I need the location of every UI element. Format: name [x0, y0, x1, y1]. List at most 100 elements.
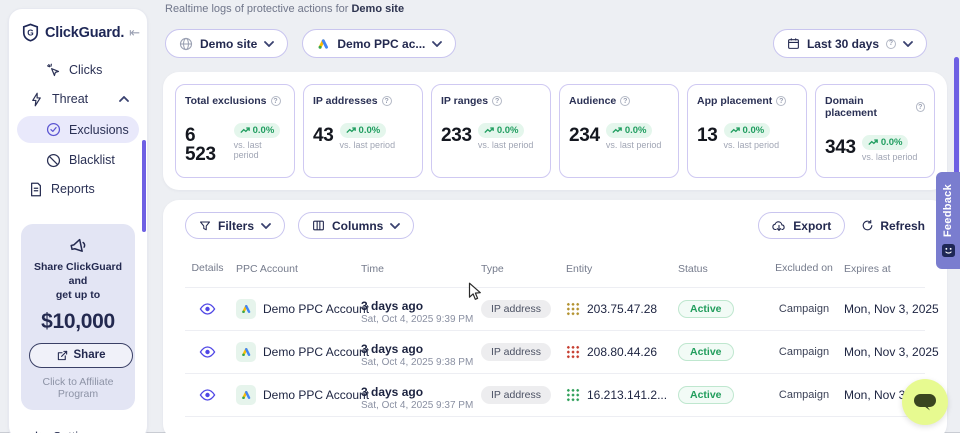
table-row: Demo PPC Account 3 days ago Sat, Oct 4, … — [185, 373, 925, 416]
stat-label: Audience — [569, 95, 616, 107]
ppc-account-selector[interactable]: Demo PPC ac... — [302, 29, 456, 58]
row-ppc-account: Demo PPC Account — [230, 342, 355, 362]
row-status: Active — [672, 300, 770, 318]
promo-text-line2: get up to — [29, 288, 127, 302]
trend-up-icon — [868, 139, 878, 146]
row-entity: 203.75.47.28 — [560, 302, 672, 316]
col-header-details[interactable]: Details — [185, 262, 230, 275]
ppc-account-name: Demo PPC Account — [263, 388, 369, 402]
promo-amount: $10,000 — [29, 310, 127, 334]
promo-caption[interactable]: Click to Affiliate Program — [29, 376, 127, 400]
col-header-excluded-on[interactable]: Excluded on — [770, 262, 838, 275]
brand-name: ClickGuard. — [45, 25, 124, 41]
globe-icon — [179, 37, 193, 51]
sidebar-item-label: Blacklist — [69, 153, 115, 167]
site-selector-value: Demo site — [200, 37, 257, 51]
col-header-time[interactable]: Time — [355, 263, 475, 275]
stat-period-label: vs. last period — [340, 140, 396, 150]
chevron-down-icon — [903, 41, 913, 47]
col-header-status[interactable]: Status — [672, 263, 770, 275]
external-link-icon — [57, 350, 68, 361]
brand-header: G ClickGuard. ⇤ — [17, 23, 139, 42]
row-type: IP address — [475, 343, 560, 361]
type-badge: IP address — [481, 343, 551, 361]
info-icon[interactable]: ? — [492, 96, 502, 106]
col-header-expires-at[interactable]: Expires at — [838, 263, 925, 275]
trend-up-icon — [484, 127, 494, 134]
stat-card-domain-placement: Domain placement? 343 0.0% vs. last peri… — [815, 84, 935, 178]
row-details-button[interactable] — [185, 303, 230, 315]
stat-card-audience: Audience? 234 0.0% vs. last period — [559, 84, 679, 178]
row-entity: 208.80.44.26 — [560, 345, 672, 359]
info-icon[interactable]: ? — [776, 96, 786, 106]
columns-button[interactable]: Columns — [298, 212, 414, 239]
trend-up-icon — [612, 127, 622, 134]
sidebar-item-threat[interactable]: Threat — [17, 87, 139, 111]
sidebar-item-clicks[interactable]: Clicks — [17, 58, 139, 82]
row-details-button[interactable] — [185, 389, 230, 401]
chat-bubble-icon — [913, 393, 937, 411]
share-button[interactable]: Share — [29, 343, 133, 368]
export-button[interactable]: Export — [758, 212, 845, 239]
feedback-tab[interactable]: Feedback — [936, 172, 960, 269]
stat-value: 233 — [441, 126, 472, 145]
filters-button[interactable]: Filters — [185, 212, 285, 239]
filters-button-label: Filters — [218, 219, 254, 233]
google-ads-icon — [236, 342, 256, 362]
time-relative: 3 days ago — [361, 299, 475, 313]
info-icon[interactable]: ? — [916, 102, 925, 112]
sidebar-item-exclusions[interactable]: Exclusions — [17, 116, 139, 143]
subtitle-prefix: Realtime logs of protective actions for — [165, 3, 348, 15]
sidebar-item-blacklist[interactable]: Blacklist — [17, 148, 139, 172]
page-scrollbar[interactable] — [954, 57, 959, 175]
refresh-button[interactable]: Refresh — [861, 219, 925, 233]
col-header-ppc-account[interactable]: PPC Account — [230, 263, 355, 275]
row-excluded-on: Campaign — [770, 389, 838, 401]
info-icon[interactable]: ? — [271, 96, 281, 106]
table-toolbar: Filters Columns Export Refresh — [185, 212, 925, 239]
affiliate-promo-card: Share ClickGuard and get up to $10,000 S… — [21, 224, 135, 410]
chat-launcher-button[interactable] — [902, 379, 948, 425]
google-ads-icon — [236, 385, 256, 405]
google-ads-icon — [316, 37, 330, 51]
eye-icon — [199, 346, 216, 358]
row-divider — [185, 416, 925, 417]
col-header-type[interactable]: Type — [475, 263, 560, 275]
info-icon[interactable]: ? — [620, 96, 630, 106]
date-range-selector[interactable]: Last 30 days ? — [773, 29, 927, 58]
context-filters: Demo site Demo PPC ac... — [165, 29, 456, 58]
sidebar-item-settings[interactable]: Settings — [29, 430, 139, 433]
table-header-row: Details PPC Account Time Type Entity Sta… — [185, 251, 925, 287]
site-selector[interactable]: Demo site — [165, 29, 288, 58]
time-absolute: Sat, Oct 4, 2025 9:38 PM — [361, 357, 475, 368]
row-time: 3 days ago Sat, Oct 4, 2025 9:39 PM — [355, 293, 475, 325]
sidebar: G ClickGuard. ⇤ Clicks Threat Exclusions… — [8, 8, 148, 433]
stat-card-total-exclusions: Total exclusions? 6 523 0.0% vs. last pe… — [175, 84, 295, 178]
stat-period-label: vs. last period — [606, 140, 662, 150]
info-icon[interactable]: ? — [382, 96, 392, 106]
time-absolute: Sat, Oct 4, 2025 9:37 PM — [361, 400, 475, 411]
feedback-label: Feedback — [942, 184, 954, 237]
stat-change: 0.0% — [497, 125, 519, 136]
sidebar-collapse-icon[interactable]: ⇤ — [129, 25, 140, 41]
promo-text-line1: Share ClickGuard and — [29, 260, 127, 288]
stat-change: 0.0% — [743, 125, 765, 136]
time-absolute: Sat, Oct 4, 2025 9:39 PM — [361, 314, 475, 325]
stat-value: 343 — [825, 138, 856, 157]
trend-up-icon — [240, 127, 250, 134]
exclusions-log-panel: Filters Columns Export Refresh Details P… — [163, 200, 947, 433]
status-badge: Active — [678, 386, 734, 404]
chevron-down-icon — [390, 223, 400, 229]
chevron-down-icon — [432, 41, 442, 47]
trend-up-icon — [730, 127, 740, 134]
stats-summary-panel: Total exclusions? 6 523 0.0% vs. last pe… — [163, 72, 947, 190]
sidebar-item-reports[interactable]: Reports — [17, 177, 139, 201]
sidebar-scrollbar[interactable] — [142, 140, 146, 232]
smiley-icon — [942, 244, 955, 257]
google-ads-icon — [236, 299, 256, 319]
stat-label: App placement — [697, 95, 772, 107]
entity-value: 203.75.47.28 — [587, 302, 657, 316]
col-header-entity[interactable]: Entity — [560, 263, 672, 275]
ip-identicon — [566, 388, 580, 402]
row-details-button[interactable] — [185, 346, 230, 358]
